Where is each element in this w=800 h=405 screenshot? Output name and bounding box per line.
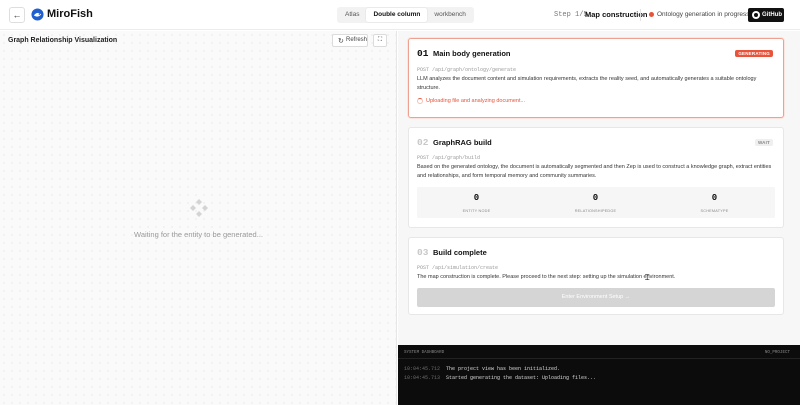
mirofish-logo-icon <box>31 8 44 21</box>
log-time: 10:04:45.713 <box>404 375 441 381</box>
brand-name: MiroFish <box>47 8 93 20</box>
step-card-build-complete: 03 Build complete POST /api/simulation/c… <box>408 237 784 315</box>
step-description: The map construction is complete. Please… <box>417 274 676 280</box>
header-divider <box>640 9 641 21</box>
expand-icon: ⛶ <box>377 37 383 43</box>
step-description: Based on the generated ontology, the doc… <box>417 164 772 179</box>
workflow-panel: 01 Main body generation GENERATING POST … <box>398 31 800 345</box>
api-endpoint: POST /api/simulation/create <box>417 265 499 271</box>
step-number: 02 <box>417 137 429 148</box>
log-line: 10:04:45.713 Started generating the datas… <box>404 375 596 381</box>
log-message: The project view has been initialized. <box>446 366 561 372</box>
step-number: 03 <box>417 247 429 258</box>
progress-text: Uploading file and analyzing document... <box>426 98 526 104</box>
stat-value: 0 <box>592 193 599 203</box>
status-dot-icon <box>649 12 654 17</box>
github-button[interactable]: GitHub <box>748 8 784 22</box>
step-title: Build complete <box>433 248 487 257</box>
log-message: Started generating the dataset: Uploadin… <box>446 375 597 381</box>
api-endpoint: POST /api/graph/ontology/generate <box>417 67 517 73</box>
console-project: NO_PROJECT <box>764 351 790 355</box>
refresh-label: Refresh <box>346 37 368 43</box>
view-tab-double-column[interactable]: Double column <box>366 8 428 22</box>
console-title: SYSTEM DASHBOARD <box>404 351 445 355</box>
graph-stats: 0 ENTITY NODE 0 RELATIONSHIPEDGE 0 SCHEM… <box>417 187 775 218</box>
system-console: SYSTEM DASHBOARD NO_PROJECT 10:04:45.712… <box>398 345 800 405</box>
view-tab-atlas[interactable]: Atlas <box>338 8 366 22</box>
loading-spinner-icon <box>417 98 423 104</box>
status-text: Ontology generation in progress <box>657 11 750 18</box>
arrow-left-icon: ← <box>12 10 22 20</box>
github-icon <box>752 11 760 19</box>
step-card-graphrag: 02 GraphRAG build WAIT POST /api/graph/b… <box>408 127 784 228</box>
back-button[interactable]: ← <box>9 7 25 23</box>
step-title: GraphRAG build <box>433 138 492 147</box>
console-header: SYSTEM DASHBOARD NO_PROJECT <box>398 345 800 359</box>
view-mode-switch: Atlas Double column workbench <box>337 7 474 23</box>
stat-value: 0 <box>473 193 480 203</box>
status-badge: GENERATING <box>735 50 773 57</box>
step-title: Main body generation <box>433 49 511 58</box>
top-header: ← MiroFish Atlas Double column workbench… <box>0 0 800 30</box>
view-tab-workbench[interactable]: workbench <box>427 8 472 22</box>
fullscreen-button[interactable]: ⛶ <box>373 34 387 47</box>
graph-panel-title: Graph Relationship Visualization <box>8 37 118 44</box>
refresh-icon: ↻ <box>338 38 344 45</box>
step-description: LLM analyzes the document content and si… <box>417 76 757 91</box>
stat-label: SCHEMATYPE <box>700 209 729 213</box>
step-counter: Step 1/5 <box>554 11 588 19</box>
graph-placeholder-icon <box>190 199 208 217</box>
stat-label: RELATIONSHIPEDGE <box>574 209 617 213</box>
enter-environment-setup-button[interactable]: Enter Environment Setup → <box>417 288 775 307</box>
stat-value: 0 <box>711 193 718 203</box>
text-cursor-icon: Ɪ <box>645 273 650 282</box>
step-number: 01 <box>417 48 429 59</box>
log-line: 10:04:45.712 The project view has been in… <box>404 366 560 372</box>
progress-message: Uploading file and analyzing document... <box>417 98 525 104</box>
api-endpoint: POST /api/graph/build <box>417 155 481 161</box>
waiting-message: Waiting for the entity to be generated..… <box>134 230 263 239</box>
graph-panel: Graph Relationship Visualization ↻ Refre… <box>0 31 397 405</box>
step-card-ontology: 01 Main body generation GENERATING POST … <box>408 38 784 118</box>
log-time: 10:04:45.712 <box>404 366 441 372</box>
refresh-button[interactable]: ↻ Refresh <box>332 34 368 47</box>
step-name: Map construction <box>585 10 648 19</box>
github-label: GitHub <box>762 12 782 18</box>
stat-label: ENTITY NODE <box>462 209 491 213</box>
status-badge: WAIT <box>754 139 773 146</box>
